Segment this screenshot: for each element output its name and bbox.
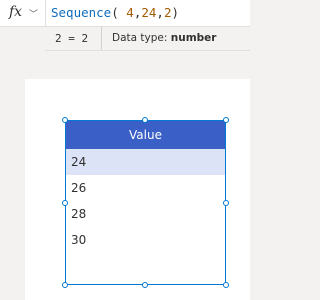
result-expression: 2 = 2 <box>55 32 89 45</box>
data-type-info: Data type: number <box>112 32 216 44</box>
column-header-value[interactable]: Value <box>66 121 225 149</box>
formula-comma: , <box>156 5 164 20</box>
table-row[interactable]: 30 <box>66 227 225 253</box>
formula-function-name: Sequence <box>51 5 112 20</box>
formula-input[interactable]: Sequence( 4,24,2) <box>51 5 179 20</box>
resize-handle-right[interactable] <box>223 200 229 206</box>
table-row[interactable]: 28 <box>66 201 225 227</box>
formula-bar: fx ﹀ Sequence( 4,24,2) <box>0 0 250 27</box>
resize-handle-bottom-right[interactable] <box>223 282 229 288</box>
data-table[interactable]: Value 24 26 28 30 <box>65 120 226 285</box>
resize-handle-top[interactable] <box>142 117 148 123</box>
resize-handle-top-left[interactable] <box>62 117 68 123</box>
resize-handle-bottom-left[interactable] <box>62 282 68 288</box>
fx-icon[interactable]: fx <box>9 4 22 20</box>
formula-result-strip: 2 = 2 Data type: number <box>45 27 250 51</box>
resize-handle-top-right[interactable] <box>223 117 229 123</box>
formula-arg-start: 4 <box>126 5 134 20</box>
table-row[interactable]: 24 <box>66 149 225 175</box>
formula-divider <box>45 0 46 27</box>
resize-handle-left[interactable] <box>62 200 68 206</box>
data-type-label: Data type: <box>112 32 171 44</box>
resize-handle-bottom[interactable] <box>142 282 148 288</box>
formula-arg-count: 24 <box>141 5 157 20</box>
table-row[interactable]: 26 <box>66 175 225 201</box>
result-divider <box>101 27 102 50</box>
formula-close-paren: ) <box>171 5 179 20</box>
formula-open-paren: ( <box>111 5 127 20</box>
data-type-value: number <box>170 32 217 44</box>
chevron-down-icon[interactable]: ﹀ <box>29 7 38 20</box>
